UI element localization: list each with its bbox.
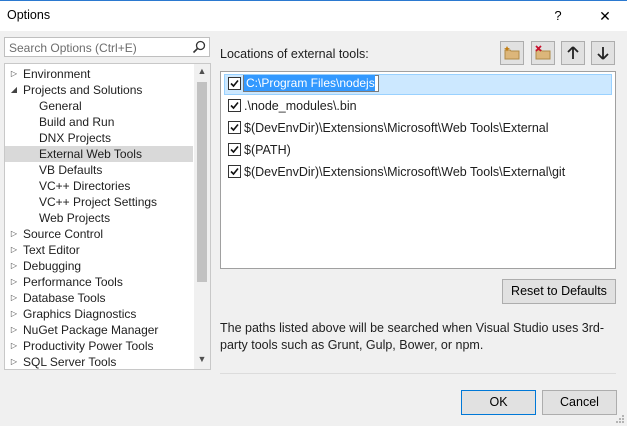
tree-item-label: Debugging (23, 259, 82, 273)
tree-item-label: VC++ Directories (39, 179, 131, 193)
tree-item[interactable]: ▷ Text Editor (5, 242, 193, 258)
path-text: C:\Program Files\nodejs (244, 75, 375, 91)
search-placeholder: Search Options (Ctrl+E) (9, 41, 137, 55)
tree-item[interactable]: ▷ Performance Tools (5, 274, 193, 290)
delete-folder-button[interactable] (531, 41, 555, 65)
tree-item[interactable]: VB Defaults (5, 162, 193, 178)
collapsed-arrow-icon[interactable]: ▷ (9, 322, 19, 338)
reset-to-defaults-button[interactable]: Reset to Defaults (502, 279, 616, 304)
tree-item[interactable]: ▷ Graphics Diagnostics (5, 306, 193, 322)
tree-item-label: Database Tools (23, 291, 106, 305)
tree-item[interactable]: ▷ Productivity Power Tools (5, 338, 193, 354)
collapsed-arrow-icon[interactable]: ▷ (9, 258, 19, 274)
tree-item-label: Performance Tools (23, 275, 123, 289)
delete-folder-icon (535, 45, 551, 60)
search-input[interactable]: Search Options (Ctrl+E) (4, 37, 210, 57)
list-item[interactable]: $(DevEnvDir)\Extensions\Microsoft\Web To… (224, 162, 614, 182)
scroll-down-icon[interactable]: ▼ (194, 354, 210, 368)
resize-grip-icon[interactable] (615, 414, 625, 424)
tree-item-label: Text Editor (23, 243, 80, 257)
checkbox[interactable] (228, 121, 241, 134)
tree-item-label: Projects and Solutions (23, 83, 143, 97)
collapsed-arrow-icon[interactable]: ▷ (9, 242, 19, 258)
tree-item[interactable]: Build and Run (5, 114, 193, 130)
collapsed-arrow-icon[interactable]: ▷ (9, 338, 19, 354)
tree-item[interactable]: ▷ Environment (5, 66, 193, 82)
tree-item-label: DNX Projects (39, 131, 112, 145)
title-bar: Options ? ✕ (0, 0, 627, 31)
tree-item[interactable]: ◢ Projects and Solutions (5, 82, 193, 98)
checkmark-icon (230, 167, 239, 176)
expanded-arrow-icon[interactable]: ◢ (9, 82, 19, 98)
tree-item-label: Source Control (23, 227, 104, 241)
collapsed-arrow-icon[interactable]: ▷ (9, 306, 19, 322)
list-item[interactable]: $(PATH) (224, 140, 614, 160)
new-folder-icon (504, 46, 520, 60)
list-item[interactable]: .\node_modules\.bin (224, 96, 614, 116)
tree-scrollbar[interactable]: ▲ ▼ (194, 64, 210, 369)
tree-item[interactable]: External Web Tools (5, 146, 193, 162)
cancel-button[interactable]: Cancel (542, 390, 617, 415)
path-text: $(DevEnvDir)\Extensions\Microsoft\Web To… (244, 165, 566, 179)
list-item[interactable]: C:\Program Files\nodejs (224, 74, 614, 95)
options-dialog: Options ? ✕ Search Options (Ctrl+E) ▷ Env… (0, 0, 627, 426)
move-up-button[interactable] (561, 41, 585, 65)
tree-item-label: Build and Run (39, 115, 115, 129)
tree-item[interactable]: ▷ NuGet Package Manager (5, 322, 193, 338)
checkbox[interactable] (228, 165, 241, 178)
move-down-button[interactable] (591, 41, 615, 65)
path-text: $(PATH) (244, 143, 291, 157)
close-button[interactable]: ✕ (588, 5, 622, 29)
locations-label: Locations of external tools: (220, 47, 369, 61)
checkmark-icon (230, 79, 239, 88)
checkmark-icon (230, 123, 239, 132)
scroll-up-icon[interactable]: ▲ (194, 66, 210, 80)
tree-item[interactable]: VC++ Directories (5, 178, 193, 194)
tree-item[interactable]: DNX Projects (5, 130, 193, 146)
tree-item[interactable]: General (5, 98, 193, 114)
tree-item[interactable]: ▷ Source Control (5, 226, 193, 242)
collapsed-arrow-icon[interactable]: ▷ (9, 354, 19, 369)
tree-item[interactable]: ▷ Debugging (5, 258, 193, 274)
tree-item-label: Productivity Power Tools (23, 339, 154, 353)
checkbox[interactable] (228, 77, 241, 90)
scrollbar-thumb[interactable] (197, 82, 207, 282)
options-tree[interactable]: ▷ Environment ◢ Projects and Solutions Gener… (4, 63, 211, 370)
new-folder-button[interactable] (500, 41, 524, 65)
checkmark-icon (230, 101, 239, 110)
help-button[interactable]: ? (541, 5, 575, 29)
path-text: $(DevEnvDir)\Extensions\Microsoft\Web To… (244, 121, 549, 135)
collapsed-arrow-icon[interactable]: ▷ (9, 290, 19, 306)
tree-item-label: General (39, 99, 82, 113)
checkmark-icon (230, 145, 239, 154)
tree-item-label: Graphics Diagnostics (23, 307, 137, 321)
footer-divider (220, 373, 616, 374)
collapsed-arrow-icon[interactable]: ▷ (9, 66, 19, 82)
tree-item-label: VB Defaults (39, 163, 103, 177)
checkbox[interactable] (228, 99, 241, 112)
external-tools-list[interactable]: C:\Program Files\nodejs .\node_modules\.… (220, 71, 616, 269)
tree-item-label: External Web Tools (39, 147, 142, 161)
move-down-icon (597, 47, 609, 60)
tree-item[interactable]: Web Projects (5, 210, 193, 226)
tree-item[interactable]: ▷ SQL Server Tools (5, 354, 193, 369)
tree-item-label: Environment (23, 67, 91, 81)
tree-item[interactable]: VC++ Project Settings (5, 194, 193, 210)
tree-item-label: VC++ Project Settings (39, 195, 158, 209)
description-text: The paths listed above will be searched … (220, 321, 605, 352)
path-edit-field[interactable]: C:\Program Files\nodejs (243, 75, 379, 92)
collapsed-arrow-icon[interactable]: ▷ (9, 274, 19, 290)
list-item[interactable]: $(DevEnvDir)\Extensions\Microsoft\Web To… (224, 118, 614, 138)
collapsed-arrow-icon[interactable]: ▷ (9, 226, 19, 242)
search-icon[interactable] (192, 40, 206, 54)
ok-button[interactable]: OK (461, 390, 536, 415)
window-title: Options (7, 8, 51, 22)
checkbox[interactable] (228, 143, 241, 156)
path-text: .\node_modules\.bin (244, 99, 357, 113)
tree-item-label: Web Projects (39, 211, 111, 225)
move-up-icon (567, 46, 579, 59)
tree-item-label: SQL Server Tools (23, 355, 117, 369)
tree-item-label: NuGet Package Manager (23, 323, 159, 337)
tree-item[interactable]: ▷ Database Tools (5, 290, 193, 306)
